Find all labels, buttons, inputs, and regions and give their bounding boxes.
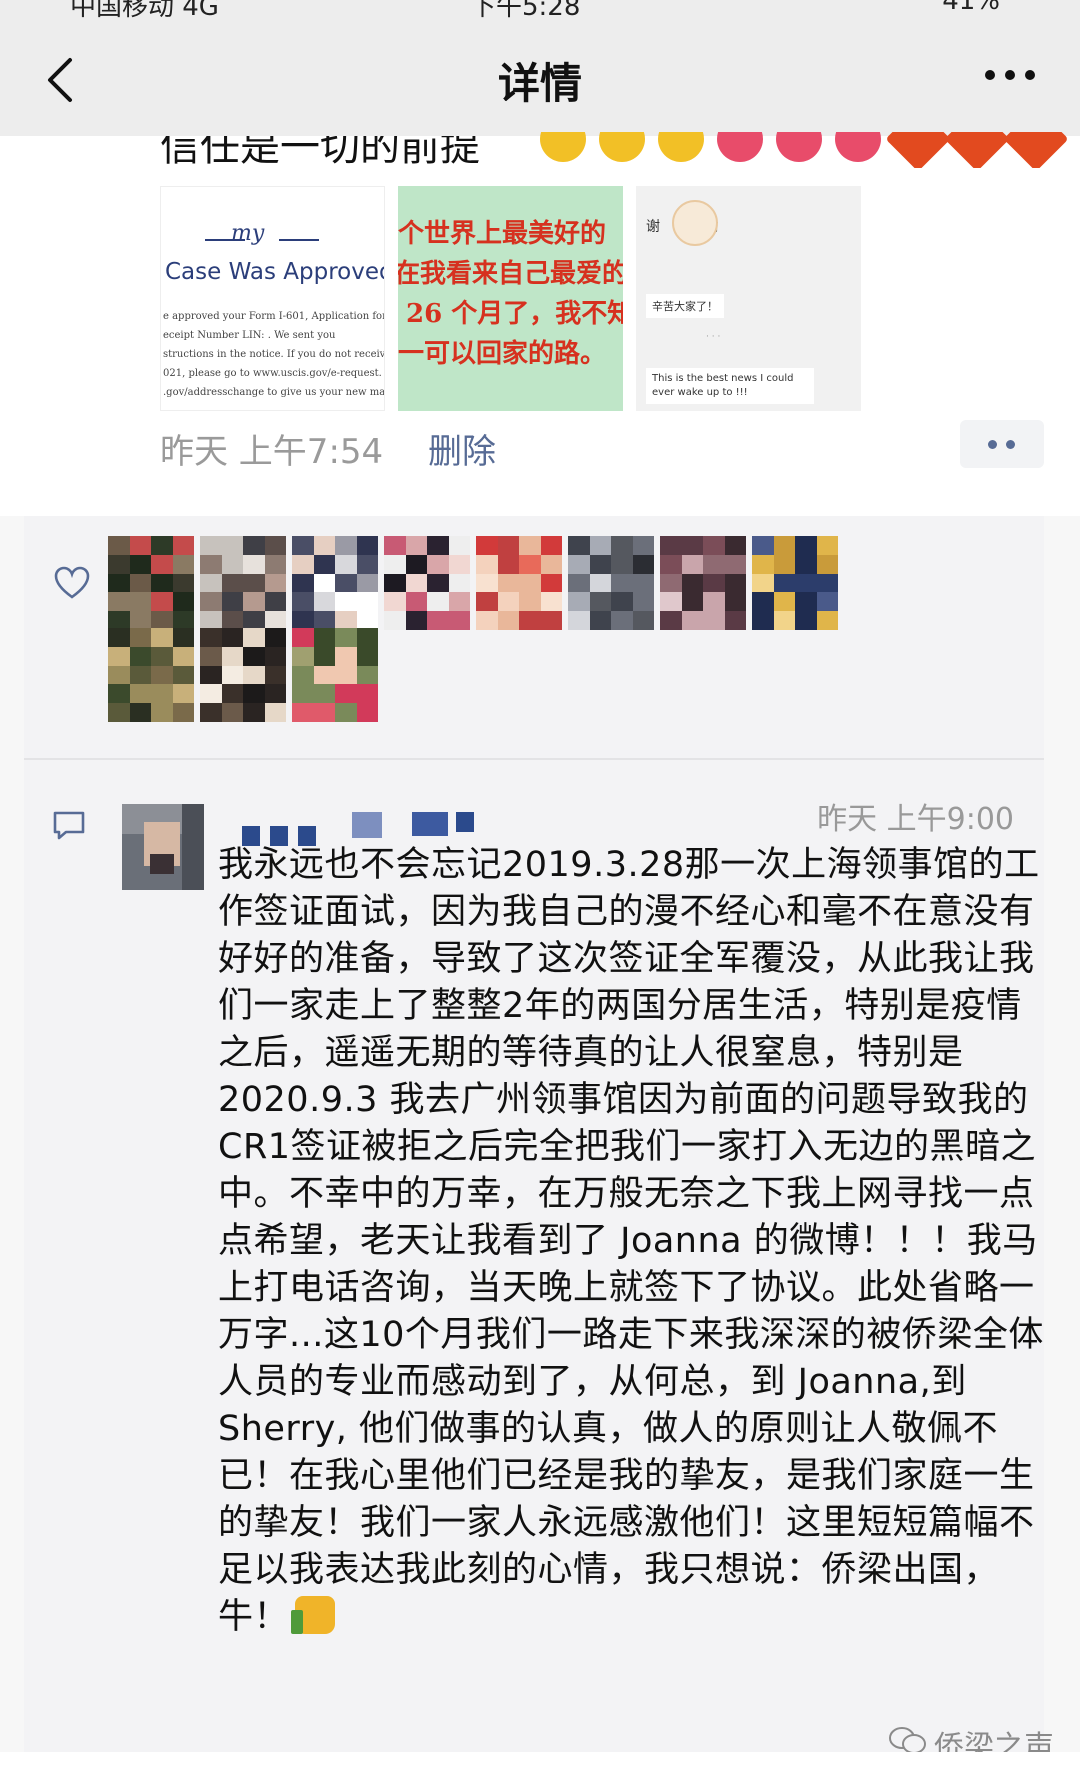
chat-bubble: This is the best news I could ever wake … xyxy=(646,368,814,404)
approval-body: e approved your Form I-601, Application … xyxy=(163,311,385,398)
avatar[interactable] xyxy=(122,804,204,890)
post-actions-button[interactable] xyxy=(960,420,1044,468)
liker-avatar[interactable] xyxy=(200,628,286,722)
letter-text: 个世界上最美好的 在我看来自己最爱的 26 个月了，我不知 一可以回家的路。 xyxy=(398,219,623,369)
page-title: 详情 xyxy=(497,59,582,108)
liker-avatar[interactable] xyxy=(292,536,378,630)
signal-icon xyxy=(18,0,58,10)
chat-bubble: 辛苦大家了！ xyxy=(646,294,724,318)
pray-emoji-icon xyxy=(599,132,646,162)
liker-avatar[interactable] xyxy=(108,628,194,722)
post-image-chat[interactable]: 谢 谢 辛苦大家了！ · · · This is the best news I… xyxy=(636,186,861,411)
heart-emoji-icon xyxy=(776,132,823,162)
post-image-approval-notice[interactable]: my Case Was Approved e approved your For… xyxy=(160,186,385,411)
liker-avatar[interactable] xyxy=(384,536,470,630)
likes-panel xyxy=(24,516,1044,760)
liker-avatar[interactable] xyxy=(292,628,378,722)
more-dots-icon xyxy=(985,70,1035,80)
heart-emoji-icon xyxy=(835,132,882,162)
post-image-letter[interactable]: 个世界上最美好的 在我看来自己最爱的 26 个月了，我不知 一可以回家的路。 xyxy=(398,186,623,411)
approval-title: Case Was Approved xyxy=(165,259,385,285)
fu-emoji-icon xyxy=(1003,132,1067,168)
liker-avatar[interactable] xyxy=(108,536,194,630)
carrier-label: 中国移动 4G xyxy=(70,0,219,20)
more-button[interactable] xyxy=(980,60,1040,90)
moment-post: 信任是一切的前提 my Case Was Approved e approved… xyxy=(0,132,1080,516)
liker-avatar[interactable] xyxy=(660,536,746,630)
pig-sticker-icon xyxy=(672,200,718,246)
comment-icon xyxy=(53,811,85,840)
post-time: 昨天 上午7:54 xyxy=(160,432,384,472)
comment-time: 昨天 上午9:00 xyxy=(817,802,1014,837)
heart-emoji-icon xyxy=(717,132,764,162)
fu-emoji-icon xyxy=(885,132,951,168)
post-text: 信任是一切的前提 xyxy=(160,136,480,166)
bottom-bar xyxy=(0,1752,1080,1783)
liker-avatar[interactable] xyxy=(476,536,562,630)
thumbs-up-icon xyxy=(291,1596,336,1634)
nav-bar: 详情 xyxy=(0,20,1080,136)
fu-emoji-icon xyxy=(944,132,1010,168)
battery-level: 41% xyxy=(942,0,1000,16)
delete-link[interactable]: 删除 xyxy=(428,424,496,473)
heart-outline-icon xyxy=(54,566,90,599)
pray-emoji-icon xyxy=(540,132,586,162)
emoji-row xyxy=(540,132,1067,168)
uscis-logo: my xyxy=(231,221,265,246)
chat-time: · · · xyxy=(706,332,721,342)
pray-emoji-icon xyxy=(658,132,705,162)
comment-text: 我永远也不会忘记2019.3.28那一次上海领事馆的工作签证面试，因为我自己的漫… xyxy=(218,845,1044,1637)
liker-avatar[interactable] xyxy=(200,536,286,630)
status-bar: 中国移动 4G 下午5:28 41% xyxy=(0,0,1080,20)
comment-item: 昨天 上午9:00 我永远也不会忘记2019.3.28那一次上海领事馆的工作签证… xyxy=(24,760,1044,1752)
liker-avatar[interactable] xyxy=(752,536,838,630)
clock: 下午5:28 xyxy=(470,0,581,20)
liker-avatar[interactable] xyxy=(568,536,654,630)
